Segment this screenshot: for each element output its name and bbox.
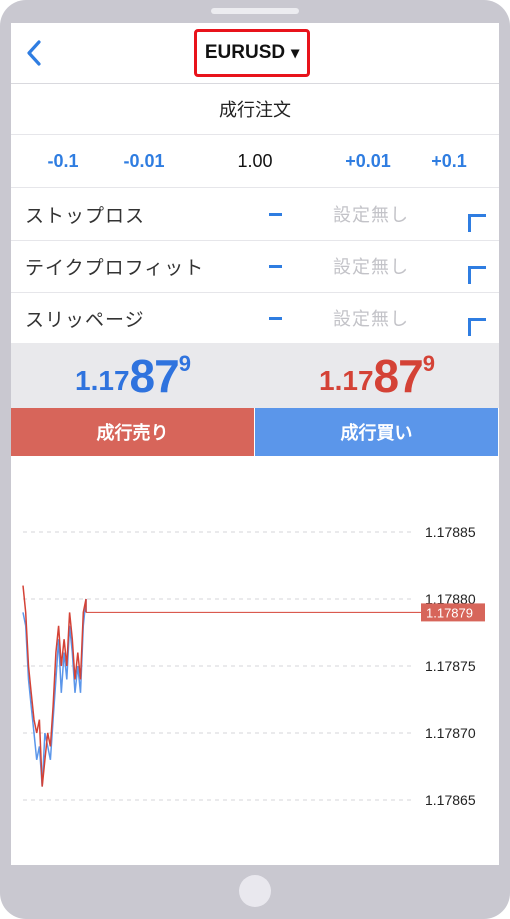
market-buy-button[interactable]: 成行買い [255,408,498,456]
screen: EURUSD ▾ 成行注文 -0.1 -0.01 1.00 +0.01 +0.1… [11,23,499,865]
speaker-grille [211,8,299,14]
volume-stepper: -0.1 -0.01 1.00 +0.01 +0.1 [11,135,499,188]
ask-price-big-figure: 87 [373,349,424,402]
take-profit-minus-button[interactable] [263,240,287,292]
stop-loss-plus-button[interactable] [455,188,486,240]
tick-chart: 1.17885 1.17880 1.17875 1.17870 1.17865 1.178… [11,456,499,865]
bid-price-big-figure: 87 [129,349,180,402]
back-button[interactable] [21,38,51,68]
page-title: 成行注文 [11,84,499,135]
slippage-minus-button[interactable] [263,292,287,344]
stop-loss-value[interactable]: 設定無し [311,188,431,240]
volume-minus-large-button[interactable]: -0.1 [33,135,93,187]
price-series-line [22,585,87,787]
take-profit-label: テイクプロフィット [25,257,205,279]
y-tick-label: 1.17885 [425,524,476,540]
take-profit-value[interactable]: 設定無し [311,240,431,292]
y-tick-label: 1.17870 [425,725,476,741]
slippage-value[interactable]: 設定無し [311,292,431,344]
stop-loss-minus-button[interactable] [263,188,287,240]
symbol-label: EURUSD [204,42,286,63]
bid-price: 1.17 87 9 [11,343,255,408]
chevron-left-icon [27,40,41,66]
volume-value[interactable]: 1.00 [223,135,287,187]
order-buttons: 成行売り 成行買い [11,408,499,456]
y-tick-label: 1.17865 [425,792,476,808]
quote-panel: 1.17 87 9 1.17 87 9 [11,343,499,408]
bid-price-prefix: 1.17 [75,364,130,396]
slippage-row: スリッページ 設定無し [11,292,499,345]
take-profit-plus-button[interactable] [455,240,486,292]
navigation-bar: EURUSD ▾ [11,23,499,84]
device-frame: EURUSD ▾ 成行注文 -0.1 -0.01 1.00 +0.01 +0.1… [0,0,510,919]
home-button[interactable] [239,875,271,907]
bid-price-pipette: 9 [178,351,191,376]
minus-icon [268,316,282,320]
stop-loss-label: ストップロス [25,205,146,227]
minus-icon [268,264,282,268]
slippage-plus-button[interactable] [455,292,486,344]
stop-loss-row: ストップロス 設定無し [11,188,499,241]
current-price-label: 1.17879 [426,605,473,620]
symbol-selector[interactable]: EURUSD ▾ [194,29,310,77]
slippage-label: スリッページ [25,309,145,331]
y-tick-label: 1.17875 [425,658,476,674]
ask-price: 1.17 87 9 [255,343,499,408]
volume-plus-small-button[interactable]: +0.01 [333,135,403,187]
ask-price-prefix: 1.17 [319,364,374,396]
tick-chart-svg: 1.178851.178801.178751.178701.178651.178… [22,524,485,808]
minus-icon [268,212,282,216]
volume-plus-large-button[interactable]: +0.1 [419,135,479,187]
ask-price-pipette: 9 [422,351,435,376]
volume-minus-small-button[interactable]: -0.01 [109,135,179,187]
market-sell-button[interactable]: 成行売り [11,408,254,456]
caret-down-icon: ▾ [291,45,300,62]
take-profit-row: テイクプロフィット 設定無し [11,240,499,293]
